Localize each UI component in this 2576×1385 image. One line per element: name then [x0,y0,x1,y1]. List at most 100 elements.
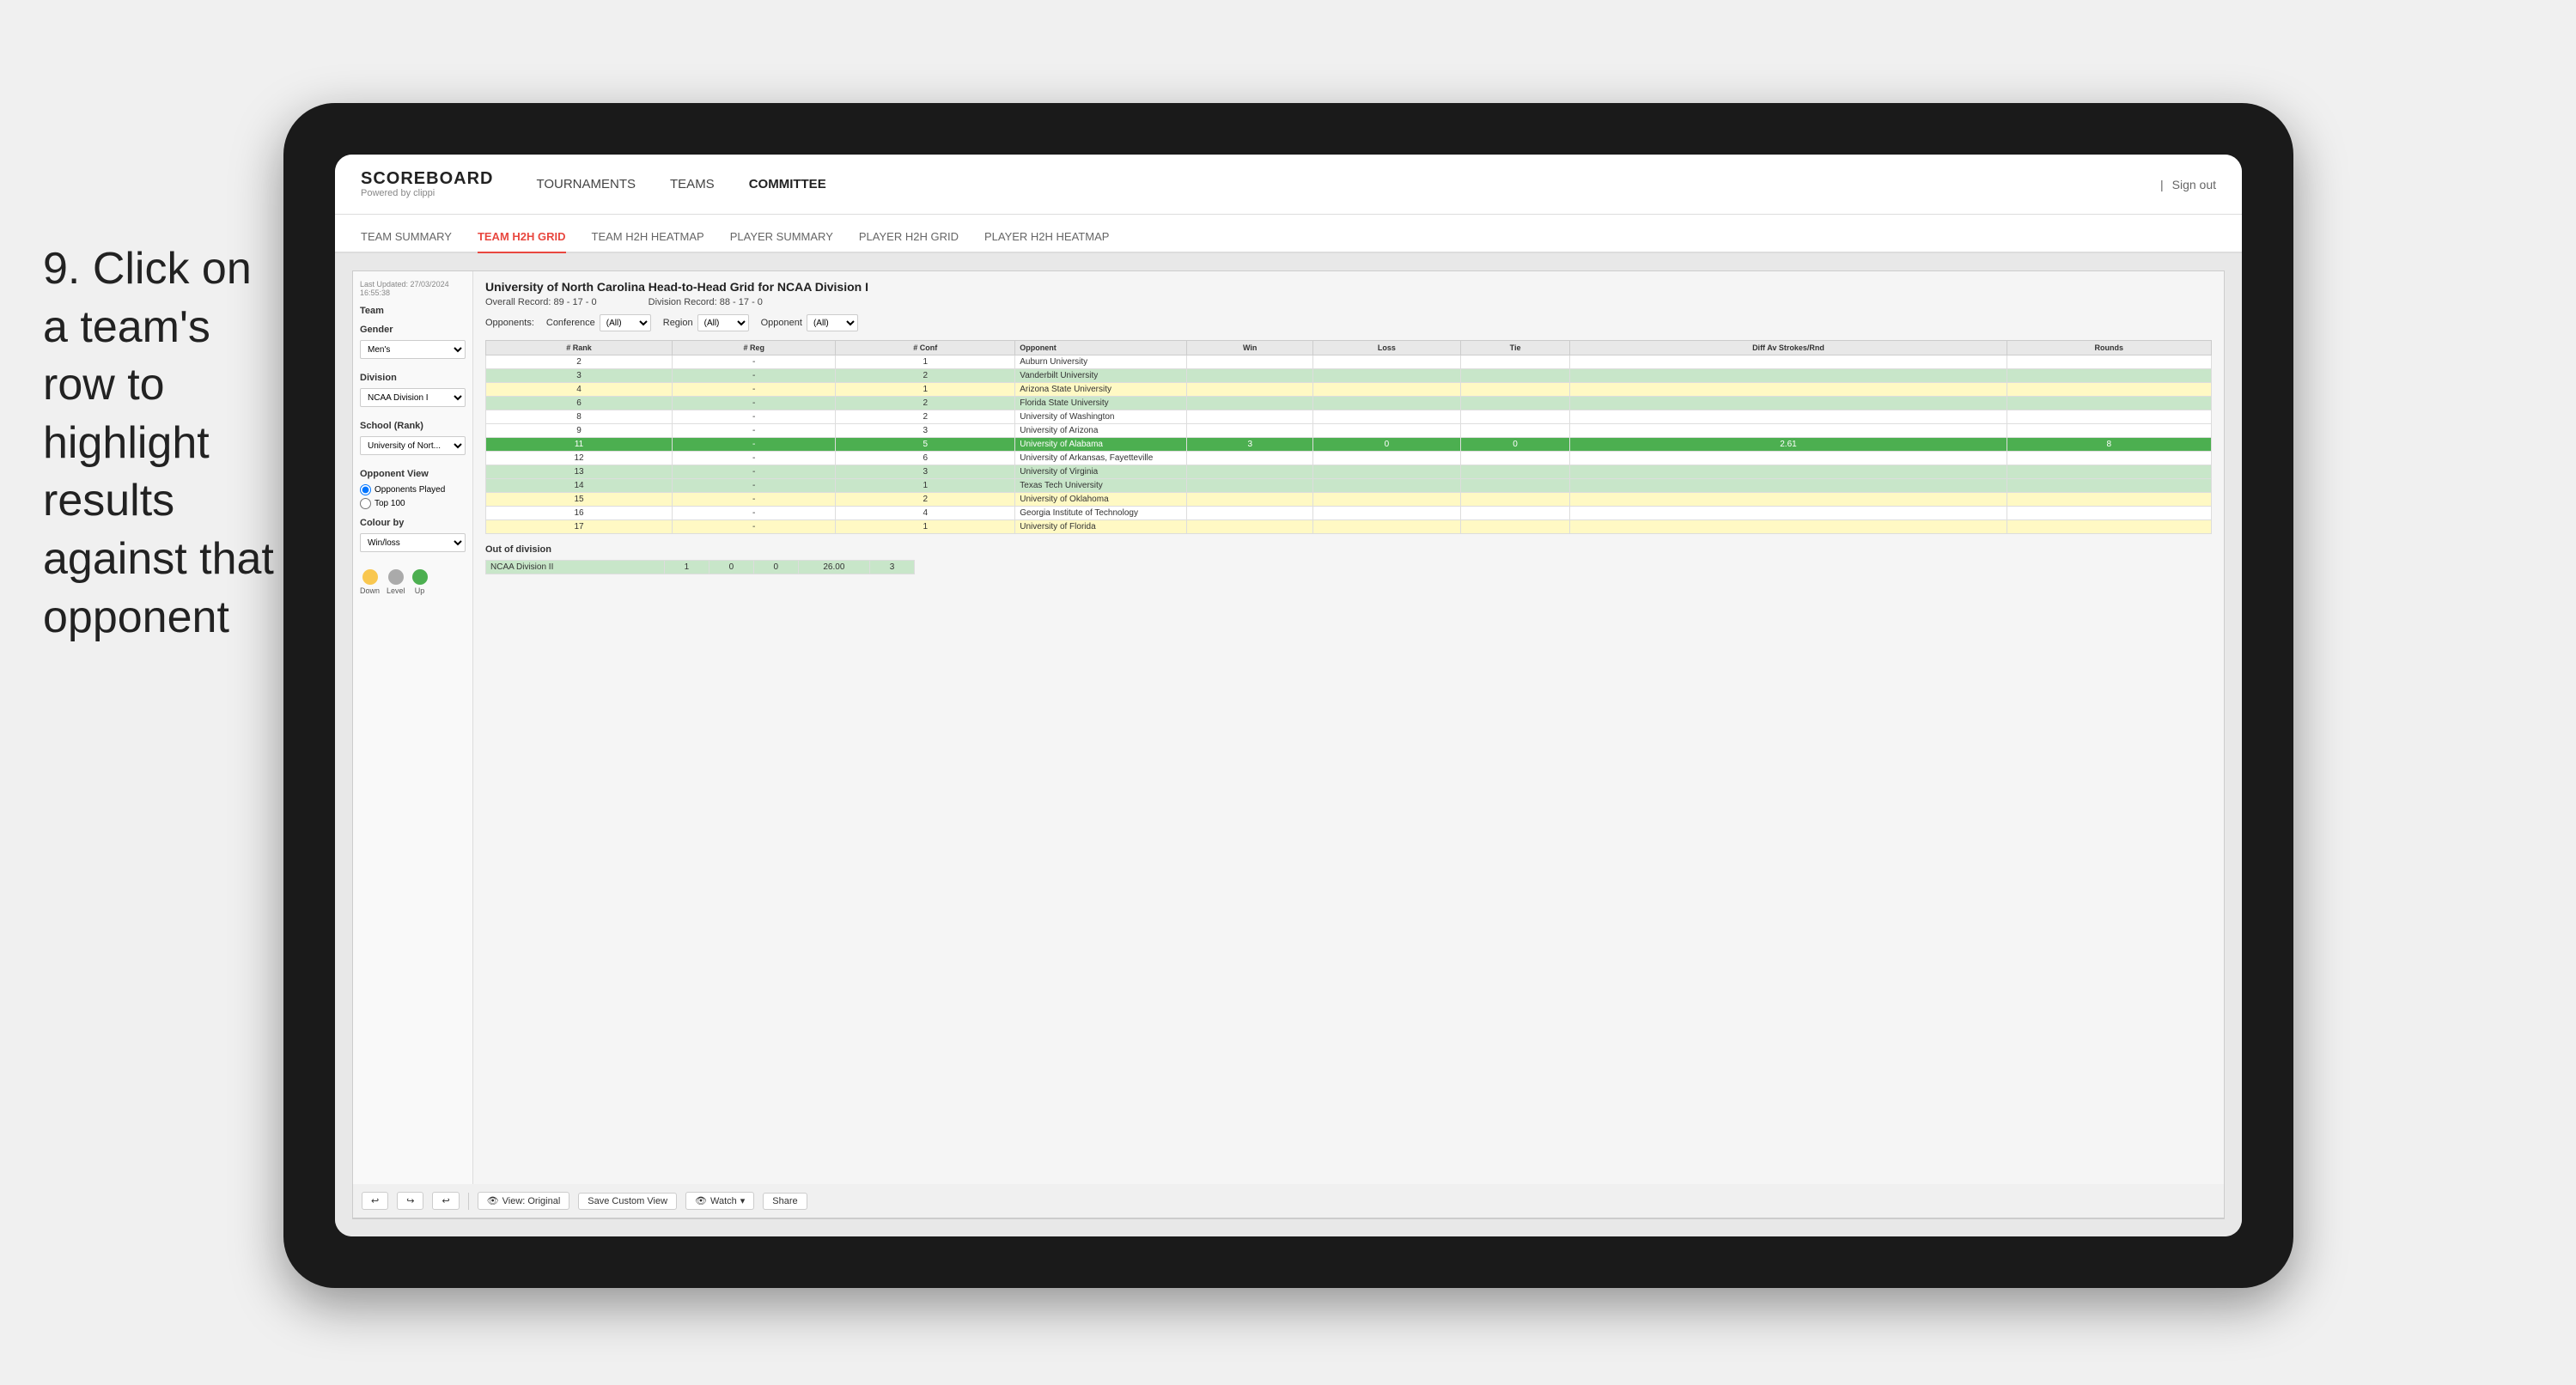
cell-tie [1460,465,1570,479]
nav-tournaments[interactable]: TOURNAMENTS [536,177,636,191]
opponent-select[interactable]: (All) [807,314,858,331]
cell-diff: 2.61 [1570,438,2007,452]
tab-team-h2h-grid[interactable]: TEAM H2H GRID [478,230,566,253]
cell-conf: 1 [836,383,1015,397]
cell-rounds [2007,452,2211,465]
cell-win [1187,355,1313,369]
conference-select[interactable]: (All) [600,314,651,331]
cell-opponent: University of Virginia [1015,465,1187,479]
cell-rank: 6 [486,397,673,410]
radio-opponents-played[interactable]: Opponents Played [360,484,466,495]
cell-opponent: Texas Tech University [1015,479,1187,493]
tab-team-summary[interactable]: TEAM SUMMARY [361,230,452,253]
cell-diff [1570,369,2007,383]
right-content: University of North Carolina Head-to-Hea… [473,271,2224,1184]
out-of-division-table: NCAA Division II 1 0 0 26.00 3 [485,560,915,574]
cell-tie [1460,369,1570,383]
opponent-filter: Opponent (All) [761,314,858,331]
table-row[interactable]: 8 - 2 University of Washington [486,410,2212,424]
cell-conf: 1 [836,520,1015,534]
col-conf: # Conf [836,341,1015,355]
table-row[interactable]: 15 - 2 University of Oklahoma [486,493,2212,507]
view-btn[interactable]: 👁 View: Original [478,1192,570,1210]
cell-win [1187,424,1313,438]
table-row[interactable]: 17 - 1 University of Florida [486,520,2212,534]
team-label: Team [360,306,466,316]
cell-rank: 15 [486,493,673,507]
dashboard: Last Updated: 27/03/2024 16:55:38 Team G… [352,270,2225,1219]
out-div-row[interactable]: NCAA Division II 1 0 0 26.00 3 [486,561,915,574]
watch-btn[interactable]: 👁 Watch ▾ [685,1192,754,1210]
cell-win [1187,397,1313,410]
radio-top-100[interactable]: Top 100 [360,498,466,509]
table-row[interactable]: 13 - 3 University of Virginia [486,465,2212,479]
tab-player-h2h-grid[interactable]: PLAYER H2H GRID [859,230,959,253]
tab-team-h2h-heatmap[interactable]: TEAM H2H HEATMAP [592,230,704,253]
table-row[interactable]: 4 - 1 Arizona State University [486,383,2212,397]
cell-rounds [2007,383,2211,397]
region-select[interactable]: (All) [697,314,749,331]
logo-area: SCOREBOARD Powered by clippi [361,169,493,198]
undo-btn[interactable]: ↩ [362,1192,388,1210]
legend-up: Up [412,569,428,595]
cell-tie [1460,452,1570,465]
table-row[interactable]: 12 - 6 University of Arkansas, Fayettevi… [486,452,2212,465]
cell-conf: 6 [836,452,1015,465]
cell-tie [1460,410,1570,424]
table-row[interactable]: 16 - 4 Georgia Institute of Technology [486,507,2212,520]
cell-rank: 14 [486,479,673,493]
tab-player-summary[interactable]: PLAYER SUMMARY [730,230,833,253]
cell-rank: 3 [486,369,673,383]
opponent-view-label: Opponent View [360,469,466,479]
cell-conf: 1 [836,355,1015,369]
cell-diff [1570,424,2007,438]
table-row[interactable]: 14 - 1 Texas Tech University [486,479,2212,493]
report-title: University of North Carolina Head-to-Hea… [485,280,2212,294]
nav-teams[interactable]: TEAMS [670,177,715,191]
col-rounds: Rounds [2007,341,2211,355]
school-dropdown[interactable]: University of Nort... [360,436,466,455]
dashboard-toolbar: ↩ ↪ ↩ 👁 View: Original Save Custom View … [353,1184,2224,1218]
cell-conf: 2 [836,369,1015,383]
cell-win [1187,493,1313,507]
opponent-view-options: Opponents Played Top 100 [360,484,466,509]
overall-record: Overall Record: 89 - 17 - 0 [485,297,597,307]
division-dropdown[interactable]: NCAA Division I [360,388,466,407]
cell-rounds [2007,520,2211,534]
filter-row: Opponents: Conference (All) Region ( [485,314,2212,331]
back-btn[interactable]: ↩ [432,1192,459,1210]
cell-reg: - [673,438,836,452]
table-row[interactable]: 2 - 1 Auburn University [486,355,2212,369]
cell-win [1187,465,1313,479]
color-by-dropdown[interactable]: Win/loss [360,533,466,552]
save-custom-btn[interactable]: Save Custom View [578,1193,677,1210]
cell-diff [1570,452,2007,465]
gender-label: Gender [360,325,466,335]
instruction-text: 9. Click on a team's row to highlight re… [43,240,283,647]
cell-loss [1313,493,1461,507]
table-row[interactable]: 3 - 2 Vanderbilt University [486,369,2212,383]
tab-player-h2h-heatmap[interactable]: PLAYER H2H HEATMAP [984,230,1109,253]
nav-committee[interactable]: COMMITTEE [749,177,826,191]
sign-out-link[interactable]: Sign out [2172,178,2216,191]
cell-conf: 1 [836,479,1015,493]
opponents-label: Opponents: [485,318,534,328]
cell-loss [1313,452,1461,465]
table-row[interactable]: 11 - 5 University of Alabama 3 0 0 2.61 … [486,438,2212,452]
gender-dropdown[interactable]: Men's [360,340,466,359]
col-rank: # Rank [486,341,673,355]
cell-conf: 3 [836,424,1015,438]
cell-rank: 12 [486,452,673,465]
redo-btn[interactable]: ↪ [397,1192,423,1210]
share-btn[interactable]: Share [763,1193,807,1210]
cell-loss: 0 [1313,438,1461,452]
tablet-frame: SCOREBOARD Powered by clippi TOURNAMENTS… [283,103,2293,1288]
cell-rounds [2007,479,2211,493]
sep1 [468,1193,469,1210]
table-row[interactable]: 9 - 3 University of Arizona [486,424,2212,438]
color-by-label: Colour by [360,518,466,528]
cell-tie [1460,507,1570,520]
table-row[interactable]: 6 - 2 Florida State University [486,397,2212,410]
cell-win: 3 [1187,438,1313,452]
cell-opponent: University of Oklahoma [1015,493,1187,507]
